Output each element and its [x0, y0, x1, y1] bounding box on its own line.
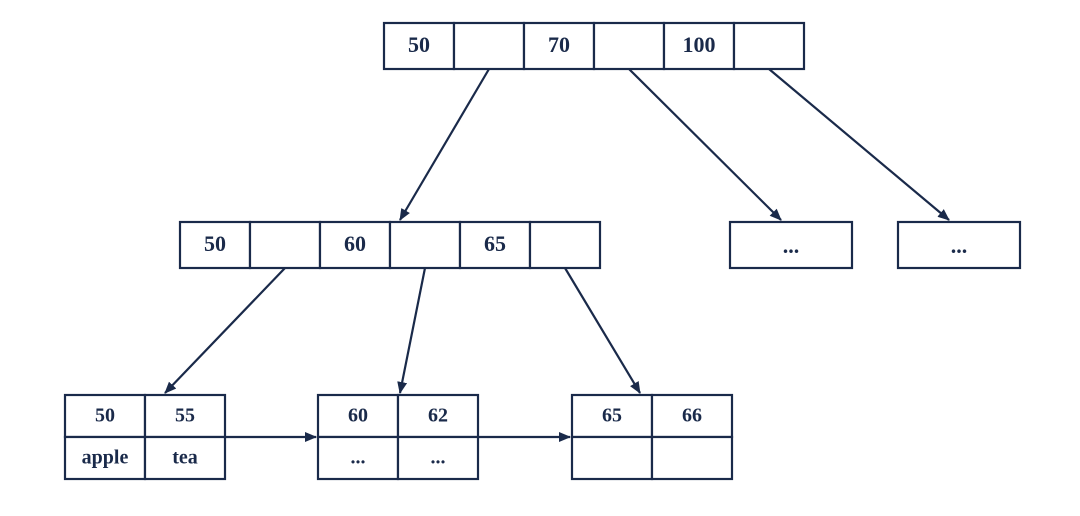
leaf0-key-0: 50	[95, 405, 115, 427]
internal0-key-2: 65	[484, 231, 506, 256]
arrow-root-to-node1	[629, 69, 781, 220]
leaf1-key-0: 60	[348, 405, 368, 427]
leaf2-key-0: 65	[602, 405, 622, 427]
leaf0-val-1: tea	[172, 447, 198, 469]
root-key-1: 70	[548, 32, 570, 57]
leaf1-val-0: ...	[351, 447, 366, 469]
leaf1-key-1: 62	[428, 405, 448, 427]
internal-node-1: ...	[730, 222, 852, 268]
arrow-root-to-node0	[400, 69, 489, 220]
root-key-0: 50	[408, 32, 430, 57]
root-node: 50 70 100	[384, 23, 804, 69]
leaf1-val-1: ...	[431, 447, 446, 469]
arrow-node0-to-leaf0	[165, 268, 285, 393]
internal1-label: ...	[783, 233, 800, 258]
leaf0-val-0: apple	[82, 447, 129, 469]
arrow-node0-to-leaf1	[400, 268, 425, 393]
leaf-node-2: 65 66	[572, 395, 732, 479]
internal2-label: ...	[951, 233, 968, 258]
internal0-key-0: 50	[204, 231, 226, 256]
arrow-node0-to-leaf2	[565, 268, 640, 393]
leaf-node-0: 50 55 apple tea	[65, 395, 225, 479]
internal-node-0: 50 60 65	[180, 222, 600, 268]
leaf-node-1: 60 62 ... ...	[318, 395, 478, 479]
internal-node-2: ...	[898, 222, 1020, 268]
internal0-key-1: 60	[344, 231, 366, 256]
leaf0-key-1: 55	[175, 405, 195, 427]
arrow-root-to-node2	[769, 69, 949, 220]
leaf2-key-1: 66	[682, 405, 702, 427]
root-key-2: 100	[683, 32, 716, 57]
